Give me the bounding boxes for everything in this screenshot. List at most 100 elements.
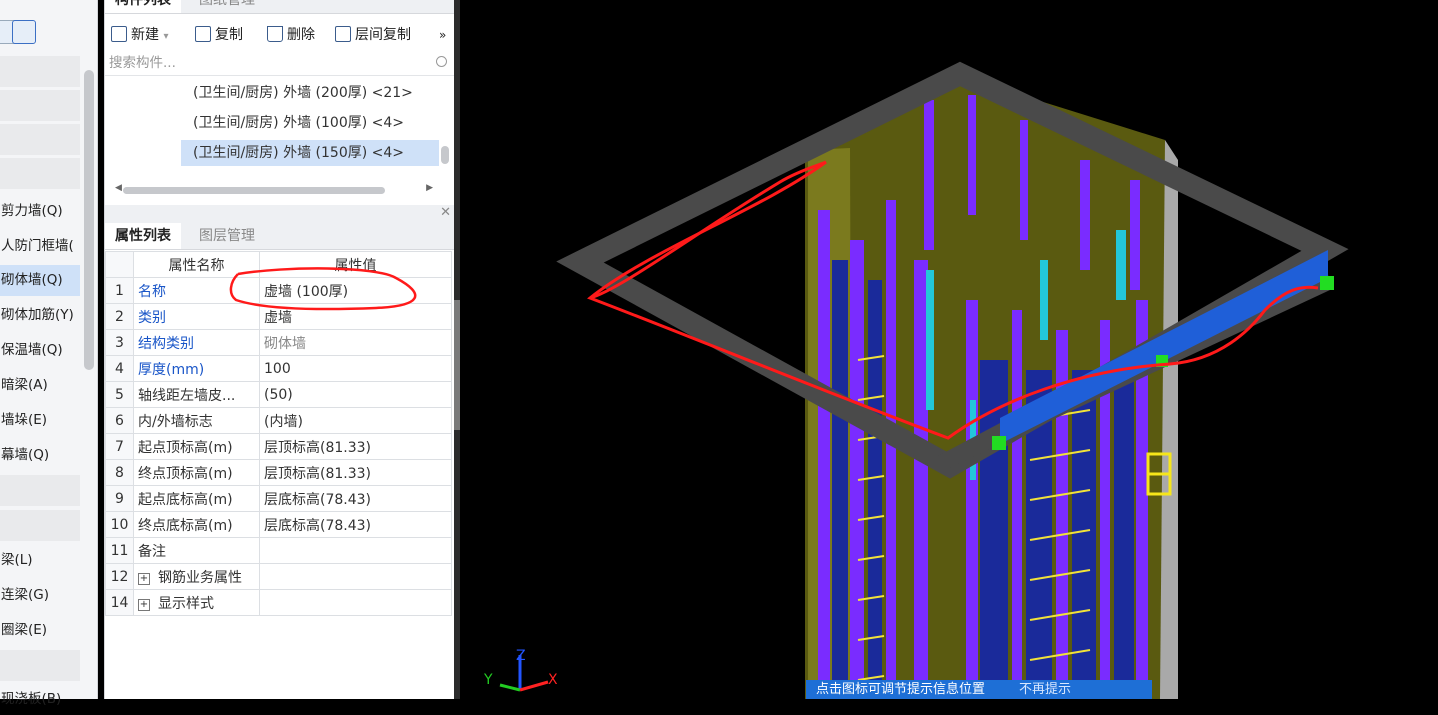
property-value[interactable]: 100 xyxy=(259,355,452,382)
property-value[interactable]: (50) xyxy=(259,381,452,408)
category-beam[interactable]: 梁(L) xyxy=(0,545,80,576)
scroll-left-icon[interactable]: ◀ xyxy=(115,183,122,193)
property-row-number: 7 xyxy=(105,433,134,460)
expand-icon[interactable]: + xyxy=(138,598,150,611)
property-row[interactable]: 12 + 钢筋业务属性 xyxy=(105,563,452,590)
property-name: 备注 xyxy=(133,537,260,564)
dismiss-hint-button[interactable]: 不再提示 xyxy=(1019,682,1071,697)
property-row[interactable]: 3 结构类别 砌体墙 xyxy=(105,329,452,356)
category-curtain-wall[interactable]: 幕墙(Q) xyxy=(0,440,80,471)
property-row[interactable]: 2 类别 虚墙 xyxy=(105,303,452,330)
3d-viewport[interactable]: Z Y X xyxy=(460,0,1438,699)
property-row[interactable]: 8 终点顶标高(m) 层顶标高(81.33) xyxy=(105,459,452,486)
property-name: 终点顶标高(m) xyxy=(133,459,260,486)
property-row-number: 2 xyxy=(105,303,134,330)
scroll-right-icon[interactable]: ▶ xyxy=(426,183,433,193)
category-ring-beam[interactable]: 圈梁(E) xyxy=(0,615,80,646)
property-name: 起点底标高(m) xyxy=(133,485,260,512)
delete-button[interactable]: 删除 xyxy=(267,24,315,46)
hint-banner[interactable]: 点击图标可调节提示信息位置 不再提示 xyxy=(806,680,1152,699)
property-row[interactable]: 9 起点底标高(m) 层底标高(78.43) xyxy=(105,485,452,512)
component-item-selected[interactable]: (卫生间/厨房) 外墙 (150厚) <4> xyxy=(181,140,439,166)
close-icon[interactable]: ✕ xyxy=(440,205,451,220)
property-row-number: 1 xyxy=(105,277,134,304)
category-blank xyxy=(0,510,80,541)
category-blank xyxy=(0,124,80,155)
tab-property-list[interactable]: 属性列表 xyxy=(105,223,181,249)
category-insulation-wall[interactable]: 保温墙(Q) xyxy=(0,335,80,366)
search-icon[interactable] xyxy=(436,56,447,67)
category-blank xyxy=(0,475,80,506)
category-masonry-wall[interactable]: 砌体墙(Q) xyxy=(0,265,80,296)
floor-copy-button[interactable]: 层间复制 xyxy=(335,24,411,46)
property-value[interactable] xyxy=(259,563,452,590)
tab-component-list[interactable]: 构件列表 xyxy=(105,0,181,13)
property-value[interactable] xyxy=(259,589,452,616)
property-value[interactable]: 层顶标高(81.33) xyxy=(259,459,452,486)
component-search-input[interactable]: 搜索构件... xyxy=(105,52,455,76)
category-wall-pier[interactable]: 墙垛(E) xyxy=(0,405,80,436)
property-name-text: 显示样式 xyxy=(158,595,214,612)
axis-x-label: X xyxy=(548,672,558,688)
new-button[interactable]: 新建 ▾ xyxy=(111,24,168,46)
component-item[interactable]: (卫生间/厨房) 外墙 (200厚) <21> xyxy=(181,80,439,106)
tab-layer-management[interactable]: 图层管理 xyxy=(189,223,265,249)
category-masonry-rebar[interactable]: 砌体加筋(Y) xyxy=(0,300,80,331)
property-header-row: 属性名称 属性值 xyxy=(105,251,452,278)
property-row[interactable]: 6 内/外墙标志 (内墙) xyxy=(105,407,452,434)
category-coupling-beam[interactable]: 连梁(G) xyxy=(0,580,80,611)
property-value[interactable]: 砌体墙 xyxy=(259,329,452,356)
property-row[interactable]: 10 终点底标高(m) 层底标高(78.43) xyxy=(105,511,452,538)
category-hidden-beam[interactable]: 暗梁(A) xyxy=(0,370,80,401)
property-name-header: 属性名称 xyxy=(133,251,260,278)
property-row[interactable]: 1 名称 虚墙 (100厚) xyxy=(105,277,452,304)
hscroll-thumb[interactable] xyxy=(123,187,385,194)
property-name: 终点底标高(m) xyxy=(133,511,260,538)
detail-view-icon[interactable] xyxy=(12,20,36,44)
component-tabbar: 构件列表 图纸管理 xyxy=(105,0,457,14)
property-value[interactable]: 虚墙 (100厚) xyxy=(259,277,452,304)
grip-point-start[interactable] xyxy=(992,436,1006,450)
property-name: + 显示样式 xyxy=(133,589,260,616)
category-scrollbar[interactable] xyxy=(84,70,94,370)
building-model-svg[interactable]: Z Y X xyxy=(460,0,1438,699)
property-row[interactable]: 4 厚度(mm) 100 xyxy=(105,355,452,382)
property-row-number: 9 xyxy=(105,485,134,512)
category-blank xyxy=(0,650,80,681)
property-value[interactable]: (内墙) xyxy=(259,407,452,434)
tab-drawing-management[interactable]: 图纸管理 xyxy=(189,0,265,13)
component-property-panel: 构件列表 图纸管理 新建 ▾ 复制 删除 层间复制 » 搜索构件... (卫生间… xyxy=(104,0,457,699)
property-value[interactable]: 层顶标高(81.33) xyxy=(259,433,452,460)
property-row-number: 3 xyxy=(105,329,134,356)
property-name: 内/外墙标志 xyxy=(133,407,260,434)
property-row[interactable]: 14 + 显示样式 xyxy=(105,589,452,616)
property-row-number: 5 xyxy=(105,381,134,408)
property-tabbar: 属性列表 图层管理 xyxy=(105,223,457,250)
property-row-number: 11 xyxy=(105,537,134,564)
category-blank xyxy=(0,158,80,189)
expand-icon[interactable]: + xyxy=(138,572,150,585)
property-row-number: 8 xyxy=(105,459,134,486)
more-button[interactable]: » xyxy=(439,24,446,46)
component-hscroll[interactable]: ◀ ▶ xyxy=(115,183,433,195)
property-value-header: 属性值 xyxy=(259,251,452,278)
category-civil-defense-wall[interactable]: 人防门框墙( xyxy=(0,231,80,262)
category-cast-slab[interactable]: 现浇板(B) xyxy=(0,684,80,715)
category-shear-wall[interactable]: 剪力墙(Q) xyxy=(0,196,80,227)
property-value[interactable] xyxy=(259,537,452,564)
trash-icon xyxy=(267,26,283,42)
component-item[interactable]: (卫生间/厨房) 外墙 (100厚) <4> xyxy=(181,110,439,136)
property-row[interactable]: 11 备注 xyxy=(105,537,452,564)
component-toolbar: 新建 ▾ 复制 删除 层间复制 » xyxy=(105,14,457,52)
property-value[interactable]: 层底标高(78.43) xyxy=(259,485,452,512)
property-row[interactable]: 5 轴线距左墙皮... (50) xyxy=(105,381,452,408)
category-blank xyxy=(0,56,80,87)
property-value[interactable]: 层底标高(78.43) xyxy=(259,511,452,538)
property-row-number: 4 xyxy=(105,355,134,382)
property-value[interactable]: 虚墙 xyxy=(259,303,452,330)
grip-point-end[interactable] xyxy=(1320,276,1334,290)
copy-button[interactable]: 复制 xyxy=(195,24,243,46)
property-name-text: 钢筋业务属性 xyxy=(158,569,242,586)
component-vscroll[interactable] xyxy=(441,146,449,164)
property-row[interactable]: 7 起点顶标高(m) 层顶标高(81.33) xyxy=(105,433,452,460)
